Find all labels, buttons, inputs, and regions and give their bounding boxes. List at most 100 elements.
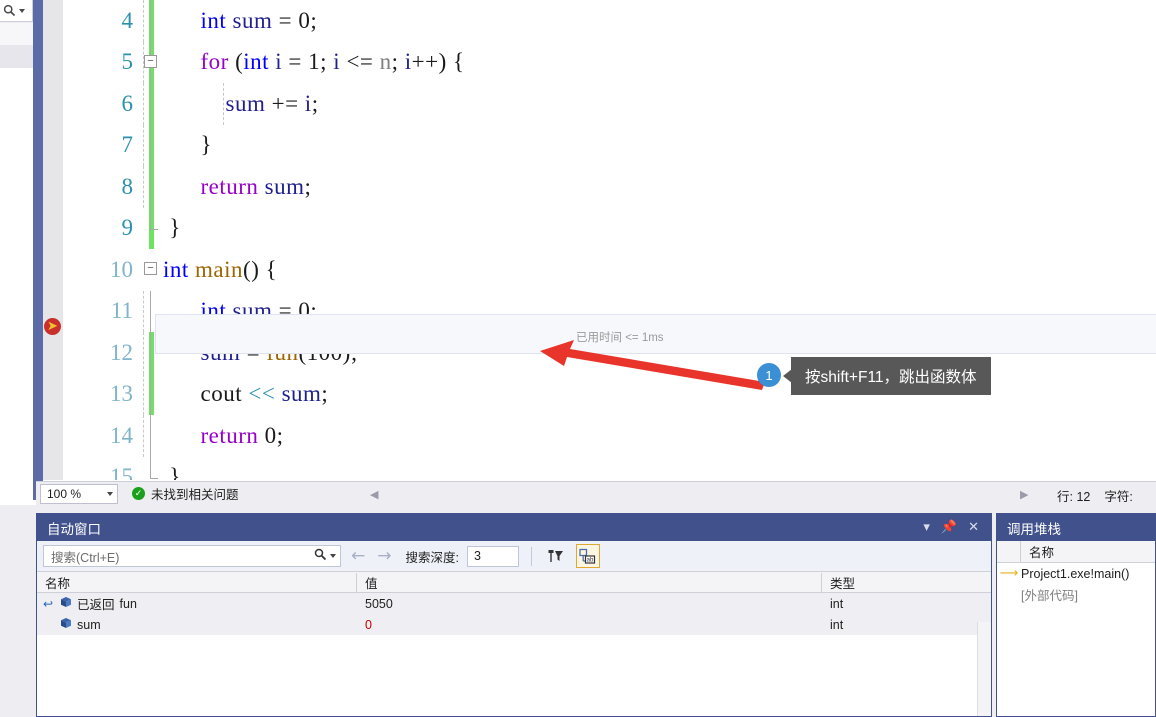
search-input[interactable]: 搜索(Ctrl+E) bbox=[43, 545, 341, 567]
editor-gutter[interactable]: ➤ bbox=[43, 0, 63, 480]
code-line[interactable]: 8 return sum; bbox=[63, 166, 1156, 208]
fold-column[interactable] bbox=[141, 0, 163, 42]
code-editor[interactable]: ➤ 4 int sum = 0; 5 − for (int i = 1; i <… bbox=[43, 0, 1156, 480]
rail-band-2 bbox=[0, 45, 33, 68]
issue-status[interactable]: ✓ 未找到相关问题 bbox=[132, 484, 239, 503]
search-depth-select[interactable]: 3 bbox=[466, 545, 519, 567]
code-line[interactable]: 13 cout << sum; bbox=[63, 373, 1156, 415]
table-row[interactable]: ↩ sum 0 int bbox=[37, 614, 991, 635]
line-number: 9 bbox=[121, 215, 134, 241]
line-number: 12 bbox=[110, 339, 133, 365]
code-line[interactable]: 15 } bbox=[63, 456, 1156, 481]
pin-icon[interactable]: 📌 bbox=[941, 521, 957, 534]
bottom-left-edge bbox=[0, 505, 36, 717]
fold-column[interactable] bbox=[141, 373, 163, 415]
close-icon[interactable]: ✕ bbox=[968, 521, 979, 534]
chevron-down-icon[interactable] bbox=[330, 554, 336, 558]
search-next-icon[interactable]: → bbox=[375, 547, 393, 565]
fold-collapse-icon[interactable]: − bbox=[144, 54, 157, 68]
hscroll-right-arrow-icon[interactable]: ▶ bbox=[1020, 488, 1028, 501]
autos-title-bar[interactable]: 自动窗口 ▾ 📌 ✕ bbox=[37, 514, 991, 541]
chevron-down-icon[interactable] bbox=[19, 8, 25, 13]
call-stack-row[interactable]: ⟶ Project1.exe!main() bbox=[997, 563, 1155, 584]
search-placeholder: 搜索(Ctrl+E) bbox=[51, 550, 120, 565]
chevron-down-icon[interactable]: ▾ bbox=[923, 521, 930, 534]
caret-line-label: 行: 12 bbox=[1057, 490, 1091, 504]
column-header-value[interactable]: 值 bbox=[357, 572, 822, 592]
row-name-cell[interactable]: ↩ 已返回 fun bbox=[37, 594, 357, 613]
fold-column[interactable]: − bbox=[141, 249, 163, 291]
rail-band-3 bbox=[0, 68, 33, 500]
code-line[interactable]: 4 int sum = 0; bbox=[63, 0, 1156, 42]
code-line[interactable]: 10 − int main() { bbox=[63, 249, 1156, 291]
line-number: 5 bbox=[121, 49, 134, 75]
rail-band-1 bbox=[0, 23, 33, 45]
search-icon bbox=[3, 4, 16, 17]
fold-line bbox=[150, 290, 151, 332]
code-line[interactable]: 5 − for (int i = 1; i <= n; i++) { bbox=[63, 41, 1156, 83]
elapsed-time-hint: 已用时间 <= 1ms bbox=[576, 332, 664, 344]
fold-line bbox=[150, 166, 151, 208]
fold-column[interactable] bbox=[141, 124, 163, 166]
fold-column[interactable] bbox=[141, 456, 163, 481]
column-header-type[interactable]: 类型 bbox=[822, 573, 991, 592]
hscroll-left-arrow-icon[interactable]: ◀ bbox=[370, 488, 378, 501]
chevron-down-icon[interactable] bbox=[107, 491, 113, 496]
row-value-cell[interactable]: 5050 bbox=[357, 597, 822, 611]
search-depth-label: 搜索深度: bbox=[405, 550, 459, 565]
call-stack-frame-label: [外部代码] bbox=[1021, 589, 1078, 603]
fold-column[interactable]: − bbox=[141, 41, 163, 83]
rail-search-button[interactable] bbox=[0, 0, 33, 22]
code-text: return 0; bbox=[143, 415, 1156, 457]
table-row[interactable]: ↩ 已返回 fun 5050 int bbox=[37, 593, 991, 614]
autos-toolbar[interactable]: 搜索(Ctrl+E) ← → 搜索深度: 3 ab bbox=[37, 541, 991, 571]
fold-line bbox=[150, 373, 151, 415]
code-line[interactable]: 7 } bbox=[63, 124, 1156, 166]
check-circle-icon: ✓ bbox=[132, 487, 145, 500]
fold-column[interactable] bbox=[141, 207, 163, 250]
fold-column[interactable] bbox=[141, 415, 163, 457]
autos-window: 自动窗口 ▾ 📌 ✕ 搜索(Ctrl+E) ← → 搜索深度: 3 ab 名称 … bbox=[36, 513, 992, 717]
code-text: for (int i = 1; i <= n; i++) { bbox=[143, 41, 1156, 83]
call-stack-title: 调用堆栈 bbox=[1007, 521, 1061, 537]
return-value-icon: ↩ bbox=[42, 596, 54, 611]
fold-line bbox=[150, 124, 151, 166]
pin-filter-icon[interactable] bbox=[544, 544, 568, 568]
row-type-cell: int bbox=[830, 617, 844, 632]
code-line[interactable]: 6 sum += i; bbox=[63, 83, 1156, 125]
fold-collapse-icon[interactable]: − bbox=[144, 262, 157, 275]
column-header-name[interactable]: 名称 bbox=[1021, 542, 1054, 561]
fold-column[interactable] bbox=[141, 83, 163, 125]
row-name: sum bbox=[77, 617, 101, 632]
search-depth-value: 3 bbox=[473, 549, 481, 563]
fold-column[interactable] bbox=[141, 166, 163, 208]
code-line[interactable]: 14 return 0; bbox=[63, 415, 1156, 457]
autos-grid-header[interactable]: 名称 值 类型 bbox=[37, 571, 991, 593]
row-value-cell[interactable]: 0 bbox=[357, 618, 822, 632]
breakpoint-current-statement-icon[interactable]: ➤ bbox=[44, 318, 61, 335]
line-number: 10 bbox=[110, 256, 133, 282]
call-stack-icon-column bbox=[997, 541, 1021, 562]
autos-title: 自动窗口 bbox=[47, 521, 101, 537]
variable-cube-icon bbox=[60, 596, 72, 611]
fold-end-marker bbox=[150, 207, 158, 230]
fold-line bbox=[150, 0, 151, 42]
code-line[interactable]: 9 } bbox=[63, 207, 1156, 250]
zoom-level-select[interactable]: 100 % bbox=[40, 483, 118, 504]
row-name-cell[interactable]: ↩ sum bbox=[37, 617, 357, 632]
call-stack-row[interactable]: [外部代码] bbox=[997, 584, 1155, 605]
show-raw-structure-icon[interactable]: ab bbox=[575, 544, 600, 568]
autos-vertical-scrollbar[interactable] bbox=[977, 622, 991, 716]
call-stack-title-bar[interactable]: 调用堆栈 bbox=[997, 514, 1155, 541]
search-prev-icon[interactable]: ← bbox=[349, 547, 367, 565]
code-lines[interactable]: 4 int sum = 0; 5 − for (int i = 1; i <= … bbox=[63, 0, 1156, 480]
line-number: 14 bbox=[110, 422, 133, 448]
call-stack-grid-header[interactable]: 名称 bbox=[997, 541, 1155, 563]
line-number: 13 bbox=[110, 381, 133, 407]
annotation-callout-text: 按shift+F11，跳出函数体 bbox=[791, 357, 991, 395]
editor-status-bar: 100 % ✓ 未找到相关问题 bbox=[36, 481, 1156, 505]
code-text: sum += i; bbox=[143, 83, 1156, 125]
column-header-name[interactable]: 名称 bbox=[37, 572, 357, 592]
current-frame-arrow-icon: ⟶ bbox=[999, 566, 1019, 581]
line-number: 8 bbox=[121, 173, 134, 199]
